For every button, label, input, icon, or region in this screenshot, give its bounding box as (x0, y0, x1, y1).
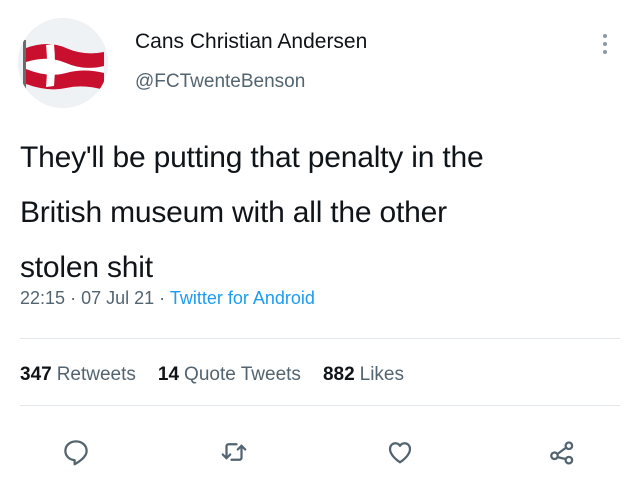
tweet-text-line: They'll be putting that penalty in the (20, 141, 484, 174)
more-dot-icon (603, 50, 607, 54)
retweets-label: Retweets (56, 364, 136, 385)
quote-tweets-stat[interactable]: 14 Quote Tweets (158, 364, 301, 386)
quote-tweets-label: Quote Tweets (184, 364, 301, 385)
tweet-time[interactable]: 22:15 (20, 288, 65, 308)
reply-button[interactable] (56, 432, 96, 472)
share-icon (550, 441, 574, 465)
more-options-button[interactable] (592, 28, 618, 60)
like-icon (388, 442, 412, 464)
likes-count: 882 (322, 364, 355, 385)
tweet-text: They'll be putting that penalty in the B… (20, 130, 610, 295)
retweet-icon (221, 443, 247, 461)
avatar[interactable] (18, 18, 108, 108)
danish-flag-icon (18, 18, 108, 108)
likes-stat[interactable]: 882 Likes (323, 364, 404, 386)
quote-tweets-count: 14 (157, 364, 180, 385)
tweet-meta: 22:15 · 07 Jul 21 · Twitter for Android (20, 288, 315, 309)
display-name[interactable]: Cans Christian Andersen (135, 30, 367, 54)
like-button[interactable] (380, 432, 420, 472)
engagement-stats: 347 Retweets 14 Quote Tweets 882 Likes (20, 364, 404, 386)
action-bar (0, 432, 637, 472)
retweets-stat[interactable]: 347 Retweets (20, 364, 136, 386)
divider (20, 405, 620, 406)
user-handle[interactable]: @FCTwenteBenson (135, 71, 305, 93)
meta-separator: · (70, 288, 77, 308)
tweet-card: Cans Christian Andersen @FCTwenteBenson … (0, 0, 637, 501)
tweet-date[interactable]: 07 Jul 21 (81, 288, 154, 308)
meta-separator: · (159, 288, 166, 308)
retweets-count: 347 (20, 364, 52, 385)
tweet-text-line: stolen shit (20, 251, 153, 284)
retweet-button[interactable] (214, 432, 254, 472)
likes-label: Likes (359, 364, 404, 385)
reply-icon (64, 440, 88, 466)
tweet-source-link[interactable]: Twitter for Android (170, 288, 315, 308)
tweet-text-line: British museum with all the other (20, 196, 447, 229)
divider (20, 338, 620, 339)
share-button[interactable] (542, 432, 582, 472)
more-dot-icon (603, 42, 607, 46)
more-dot-icon (603, 34, 607, 38)
